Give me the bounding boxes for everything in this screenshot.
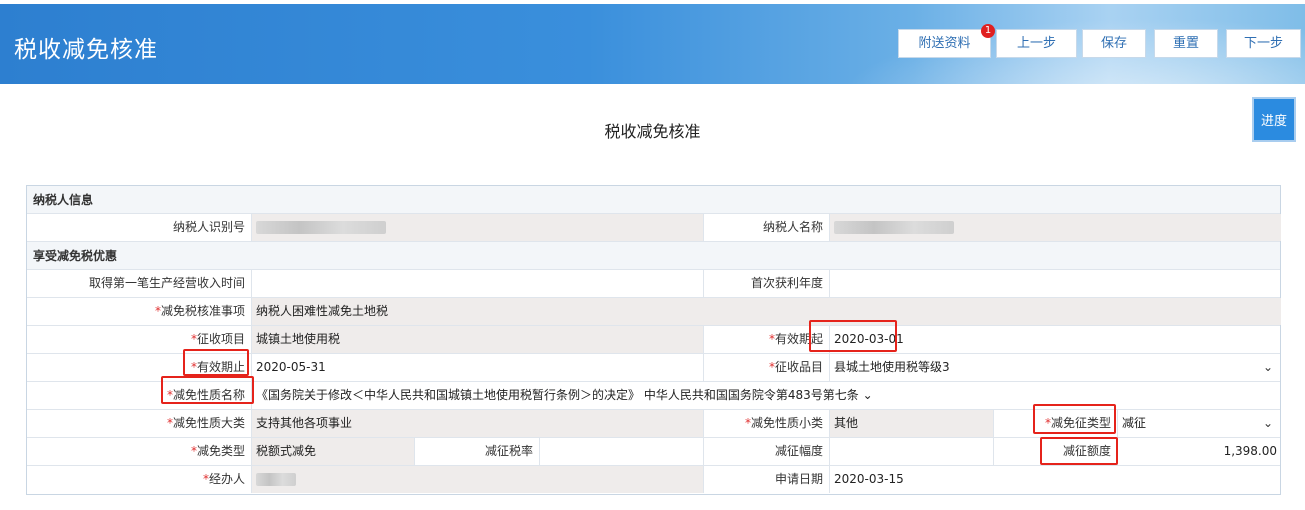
attach-materials-button[interactable]: 附送资料	[898, 29, 991, 58]
redacted-blur	[256, 221, 386, 234]
first-profit-year-label: 首次获利年度	[704, 270, 830, 297]
relief-item-label: *减免税核准事项	[27, 298, 252, 325]
reduced-amount-input[interactable]: 1,398.00	[1118, 438, 1281, 465]
relief-nature-minor-label: *减免性质小类	[704, 410, 830, 437]
app-title: 税收减免核准	[14, 37, 158, 63]
next-step-button[interactable]: 下一步	[1226, 29, 1301, 58]
progress-button[interactable]: 进度	[1252, 97, 1296, 142]
highlight-box	[1033, 404, 1116, 434]
taxpayer-name-label: 纳税人名称	[704, 214, 830, 241]
taxpayer-name-value	[830, 214, 1281, 241]
relief-item-value: 纳税人困难性减免土地税	[252, 298, 1281, 325]
relief-nature-minor-value: 其他	[830, 410, 994, 437]
first-profit-year-input[interactable]	[830, 270, 1281, 297]
highlight-box	[183, 349, 249, 376]
relief-type-value: 税额式减免	[252, 438, 415, 465]
chevron-down-icon: ⌄	[1262, 416, 1273, 430]
redacted-blur	[834, 221, 954, 234]
valid-from-input[interactable]: 2020-03-01	[830, 326, 1281, 353]
save-button[interactable]: 保存	[1082, 29, 1146, 58]
first-income-time-input[interactable]	[252, 270, 704, 297]
highlight-box	[1040, 437, 1118, 465]
row-handler: *经办人 申请日期 2020-03-15	[27, 466, 1280, 494]
row-first-income: 取得第一笔生产经营收入时间 首次获利年度	[27, 270, 1280, 298]
reset-button[interactable]: 重置	[1154, 29, 1218, 58]
section-enjoy-relief: 享受减免税优惠	[27, 242, 1280, 270]
handler-value	[252, 466, 704, 493]
first-income-time-label: 取得第一笔生产经营收入时间	[27, 270, 252, 297]
levy-item-select[interactable]: 县城土地使用税等级3 ⌄	[830, 354, 1281, 381]
reduced-rate-input[interactable]	[540, 438, 704, 465]
levy-item-label: *征收品目	[704, 354, 830, 381]
row-relief-item: *减免税核准事项 纳税人困难性减免土地税	[27, 298, 1281, 326]
relief-levy-type-select[interactable]: 减征 ⌄	[1118, 410, 1281, 437]
apply-date-value: 2020-03-15	[834, 472, 904, 486]
page-title: 税收减免核准	[604, 122, 701, 141]
reduced-rate-label: 减征税率	[415, 438, 540, 465]
levy-project-value: 城镇土地使用税	[252, 326, 704, 353]
relief-type-label: *减免类型	[27, 438, 252, 465]
relief-nature-name-select[interactable]: 《国务院关于修改＜中华人民共和国城镇土地使用税暂行条例＞的决定》 中华人民共和国…	[252, 382, 1281, 409]
row-taxpayer: 纳税人识别号 纳税人名称	[27, 214, 1281, 242]
handler-label: *经办人	[27, 466, 252, 493]
chevron-down-icon: ⌄	[862, 388, 873, 402]
attach-count-badge: 1	[981, 24, 995, 38]
redacted-blur	[256, 473, 296, 486]
valid-to-input[interactable]: 2020-05-31	[252, 354, 704, 381]
prev-step-button[interactable]: 上一步	[996, 29, 1077, 58]
apply-date-label: 申请日期	[704, 466, 830, 493]
reduced-range-input[interactable]	[830, 438, 994, 465]
section-taxpayer-info: 纳税人信息	[27, 186, 1280, 214]
chevron-down-icon: ⌄	[1262, 360, 1273, 374]
relief-nature-major-value: 支持其他各项事业	[252, 410, 704, 437]
reduced-range-label: 减征幅度	[704, 438, 830, 465]
relief-nature-major-label: *减免性质大类	[27, 410, 252, 437]
highlight-box	[161, 376, 254, 404]
taxpayer-id-label: 纳税人识别号	[27, 214, 252, 241]
taxpayer-id-value	[252, 214, 704, 241]
highlight-box	[809, 320, 897, 352]
